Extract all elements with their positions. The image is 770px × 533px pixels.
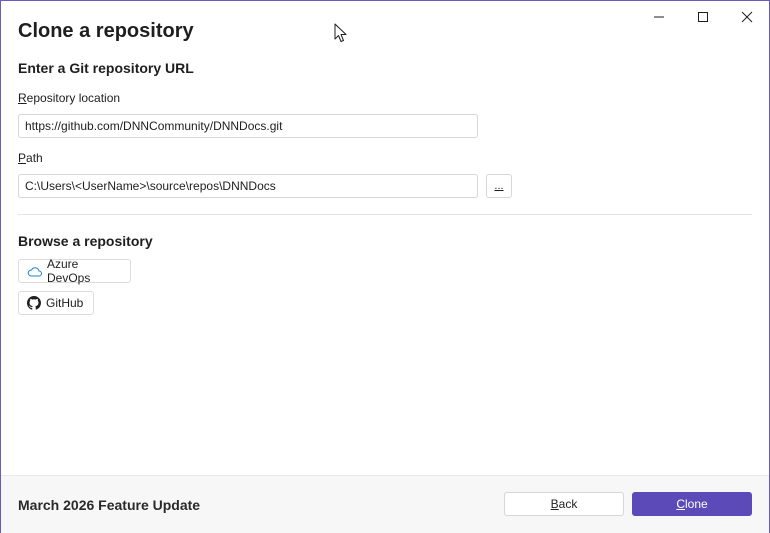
path-label: Path [18,151,43,165]
repository-location-access-key: R [18,91,27,105]
path-input[interactable] [18,174,478,198]
azure-devops-label: Azure DevOps [47,257,91,285]
git-url-heading: Enter a Git repository URL [18,60,194,76]
close-button[interactable] [725,1,769,32]
github-icon [27,296,41,310]
clone-label: lone [684,497,708,511]
cloud-icon [27,266,42,277]
clone-button[interactable]: Clone [632,492,752,516]
mouse-cursor-icon [334,23,347,42]
browse-path-button[interactable]: ... [486,174,512,198]
window-caption-buttons [637,1,769,32]
dialog-title: Clone a repository [18,20,194,42]
path-label-text: ath [26,151,43,165]
repository-location-label-text: epository location [26,91,121,105]
path-access-key: P [18,151,27,165]
repository-location-label: Repository location [18,91,120,105]
repository-location-input[interactable] [18,114,478,138]
minimize-icon [654,16,664,17]
minimize-button[interactable] [637,1,681,32]
maximize-button[interactable] [681,1,725,32]
version-text: March 2026 Feature Update [18,497,201,513]
close-icon [741,11,753,22]
clone-access-key: C [676,497,685,511]
clone-repository-dialog: Clone a repository Enter a Git repositor… [0,0,770,533]
back-button[interactable]: Back [504,492,624,516]
back-label: ack [558,497,578,511]
github-button[interactable]: GitHub [18,291,94,315]
browse-repository-heading: Browse a repository [18,233,153,249]
azure-devops-button[interactable]: Azure DevOps [18,257,131,285]
github-label: GitHub [46,296,84,310]
section-divider [18,214,752,215]
maximize-icon [698,11,708,22]
dialog-footer: March 2026 Feature Update Back Clone [1,475,769,533]
back-access-key: B [550,497,559,511]
